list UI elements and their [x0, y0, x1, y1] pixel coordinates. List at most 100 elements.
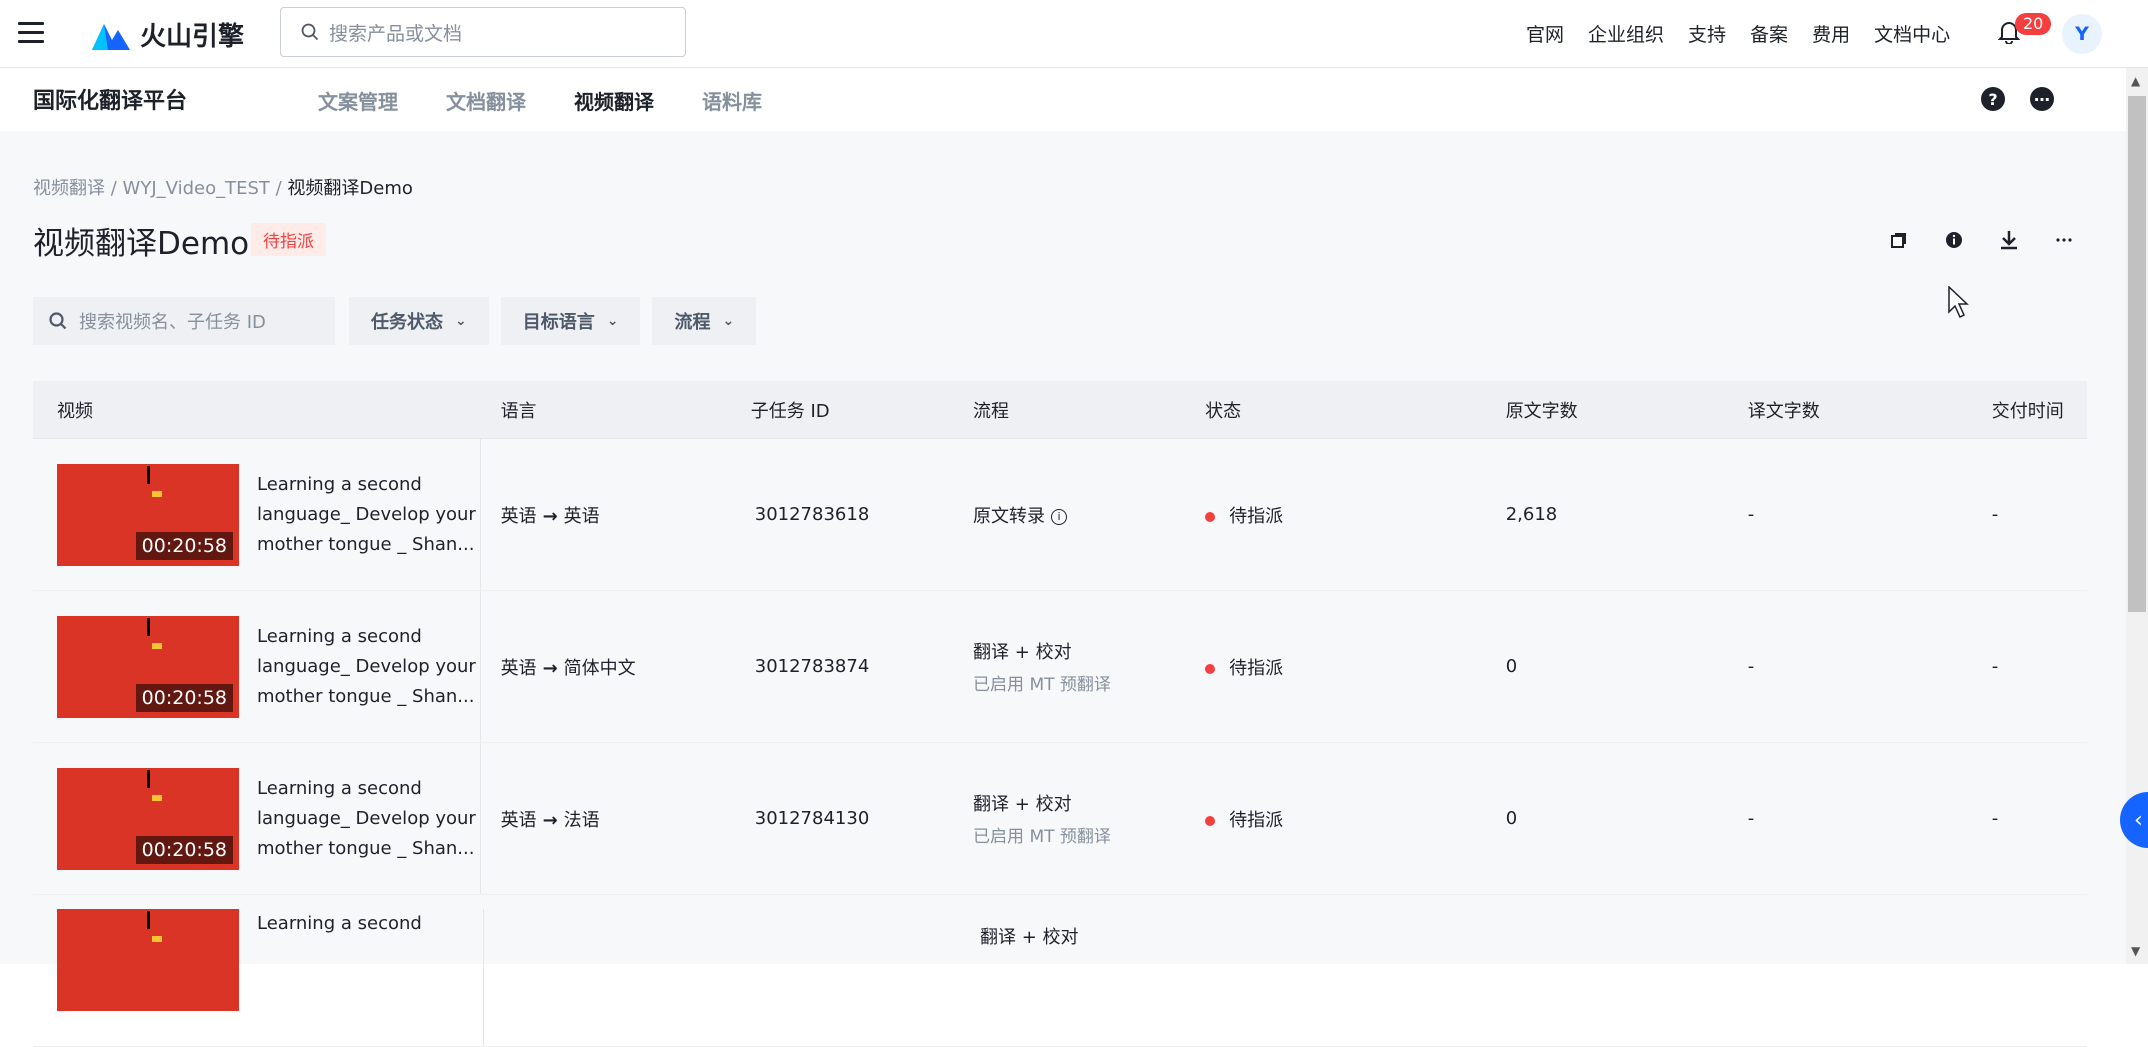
video-thumbnail[interactable] — [57, 909, 239, 1011]
mouse-cursor-icon — [1948, 285, 1970, 324]
info-icon[interactable]: i — [1051, 508, 1068, 525]
video-title[interactable]: Learning a second language_ Develop your… — [257, 622, 477, 712]
brand-logo[interactable]: 火山引擎 — [92, 14, 244, 54]
breadcrumb-separator: / — [275, 178, 282, 199]
video-thumbnail[interactable]: 00:20:58 — [57, 767, 239, 870]
language-cell: 英语 → 英语 — [481, 502, 724, 528]
flow-subtext: 已启用 MT 预翻译 — [973, 827, 1111, 847]
task-id: 3012784130 — [754, 808, 870, 829]
status-badge: 待指派 — [251, 223, 326, 256]
header-status: 状态 — [1205, 400, 1242, 422]
table-row[interactable]: 00:20:58 Learning a second language_ Dev… — [33, 743, 2087, 895]
table-row[interactable]: 00:20:58 Learning a second language_ Dev… — [33, 439, 2087, 591]
breadcrumb-item-video-translation[interactable]: 视频翻译 — [33, 178, 105, 199]
scroll-up-icon[interactable]: ▲ — [2131, 74, 2140, 88]
copy-icon[interactable] — [1888, 229, 1910, 251]
tab-corpus[interactable]: 语料库 — [702, 86, 762, 115]
tab-video-translation[interactable]: 视频翻译 — [574, 86, 654, 115]
main-content: 视频翻译 / WYJ_Video_TEST / 视频翻译Demo 视频翻译Dem… — [0, 131, 2126, 1047]
video-title[interactable]: Learning a second — [257, 909, 477, 939]
video-duration: 00:20:58 — [135, 835, 233, 864]
download-icon[interactable] — [1998, 229, 2020, 251]
target-language: 英语 — [563, 505, 600, 527]
arrow-right-icon: → — [542, 809, 558, 831]
tab-copy-management[interactable]: 文案管理 — [318, 86, 398, 115]
status-cell: 待指派 — [1205, 654, 1506, 680]
source-language: 英语 — [500, 809, 537, 831]
platform-title: 国际化翻译平台 — [33, 89, 188, 114]
flow-cell: 翻译 + 校对 — [971, 909, 1214, 949]
task-status-filter[interactable]: 任务状态 ⌄ — [349, 297, 489, 345]
chevron-down-icon: ⌄ — [722, 313, 735, 329]
video-duration: 00:20:58 — [135, 683, 233, 712]
video-thumbnail[interactable]: 00:20:58 — [57, 463, 239, 566]
task-id: 3012783874 — [754, 656, 870, 677]
target-language: 法语 — [563, 809, 600, 831]
video-title[interactable]: Learning a second language_ Develop your… — [257, 470, 477, 560]
filter-bar: 搜索视频名、子任务 ID 任务状态 ⌄ 目标语言 ⌄ 流程 ⌄ — [33, 297, 768, 345]
table-row[interactable]: Learning a second 翻译 + 校对 — [33, 895, 2087, 1047]
source-language: 英语 — [500, 505, 537, 527]
breadcrumb-item-project[interactable]: WYJ_Video_TEST — [123, 178, 270, 199]
nav-billing[interactable]: 费用 — [1812, 20, 1850, 47]
flow-name: 翻译 + 校对 — [973, 794, 1072, 815]
chevron-left-icon: ‹ — [2134, 807, 2143, 833]
nav-support[interactable]: 支持 — [1688, 20, 1726, 47]
arrow-right-icon: → — [542, 657, 558, 679]
flow-name: 原文转录 — [973, 505, 1046, 527]
nav-docs[interactable]: 文档中心 — [1874, 20, 1950, 47]
task-search-input[interactable]: 搜索视频名、子任务 ID — [33, 297, 335, 345]
source-language: 英语 — [500, 657, 537, 679]
header-task-id: 子任务 ID — [750, 400, 830, 422]
search-icon — [301, 23, 319, 41]
nav-filing[interactable]: 备案 — [1750, 20, 1788, 47]
header-language: 语言 — [500, 400, 537, 422]
chevron-down-icon: ⌄ — [606, 313, 619, 329]
flow-subtext: 已启用 MT 预翻译 — [973, 675, 1111, 695]
video-thumbnail[interactable]: 00:20:58 — [57, 615, 239, 718]
nav-organization[interactable]: 企业组织 — [1588, 20, 1664, 47]
source-word-count: 0 — [1505, 808, 1518, 829]
video-cell: 00:20:58 Learning a second language_ Dev… — [33, 591, 481, 742]
delivery-time: - — [1991, 808, 1999, 829]
tab-document-translation[interactable]: 文档翻译 — [446, 86, 526, 115]
menu-icon[interactable] — [18, 22, 44, 44]
scrollbar-thumb[interactable] — [2128, 96, 2146, 612]
user-avatar[interactable]: Y — [2062, 14, 2102, 54]
search-icon — [49, 312, 67, 330]
status-cell: 待指派 — [1205, 806, 1506, 832]
flow-filter[interactable]: 流程 ⌄ — [652, 297, 757, 345]
target-word-count: - — [1747, 656, 1755, 677]
task-table: 视频 语言 子任务 ID 流程 状态 原文字数 译文字数 交付时间 00:20:… — [33, 381, 2087, 1047]
table-row[interactable]: 00:20:58 Learning a second language_ Dev… — [33, 591, 2087, 743]
video-cell: 00:20:58 Learning a second language_ Dev… — [33, 743, 481, 894]
flow-cell: 原文转录 i — [964, 502, 1205, 528]
info-icon[interactable] — [1943, 229, 1965, 251]
chat-icon[interactable]: ⋯ — [2030, 87, 2054, 111]
global-search-input[interactable]: 搜索产品或文档 — [280, 7, 686, 57]
status-dot-icon — [1205, 663, 1216, 674]
nav-official-site[interactable]: 官网 — [1526, 20, 1564, 47]
language-cell: 英语 → 法语 — [481, 806, 724, 832]
header-source-words: 原文字数 — [1505, 400, 1578, 422]
header-target-words: 译文字数 — [1747, 400, 1820, 422]
header-video: 视频 — [57, 400, 93, 422]
video-duration: 00:20:58 — [135, 531, 233, 560]
video-title[interactable]: Learning a second language_ Develop your… — [257, 774, 477, 864]
breadcrumb-item-current: 视频翻译Demo — [287, 178, 413, 199]
target-language-filter[interactable]: 目标语言 ⌄ — [500, 297, 641, 345]
task-search-placeholder: 搜索视频名、子任务 ID — [79, 312, 266, 333]
more-icon[interactable] — [2053, 229, 2075, 251]
notification-badge: 20 — [2015, 13, 2052, 35]
chevron-down-icon: ⌄ — [455, 313, 467, 329]
delivery-time: - — [1991, 656, 1999, 677]
flow-filter-label: 流程 — [674, 312, 711, 333]
flow-cell: 翻译 + 校对 已启用 MT 预翻译 — [964, 638, 1205, 695]
help-icon[interactable]: ? — [1981, 87, 2005, 111]
task-status-label: 任务状态 — [371, 312, 443, 333]
scroll-down-icon[interactable]: ▼ — [2131, 944, 2140, 958]
status-cell: 待指派 — [1205, 502, 1506, 528]
header-delivery-time: 交付时间 — [1991, 400, 2064, 422]
source-word-count: 0 — [1505, 656, 1518, 677]
target-word-count: - — [1747, 808, 1755, 829]
